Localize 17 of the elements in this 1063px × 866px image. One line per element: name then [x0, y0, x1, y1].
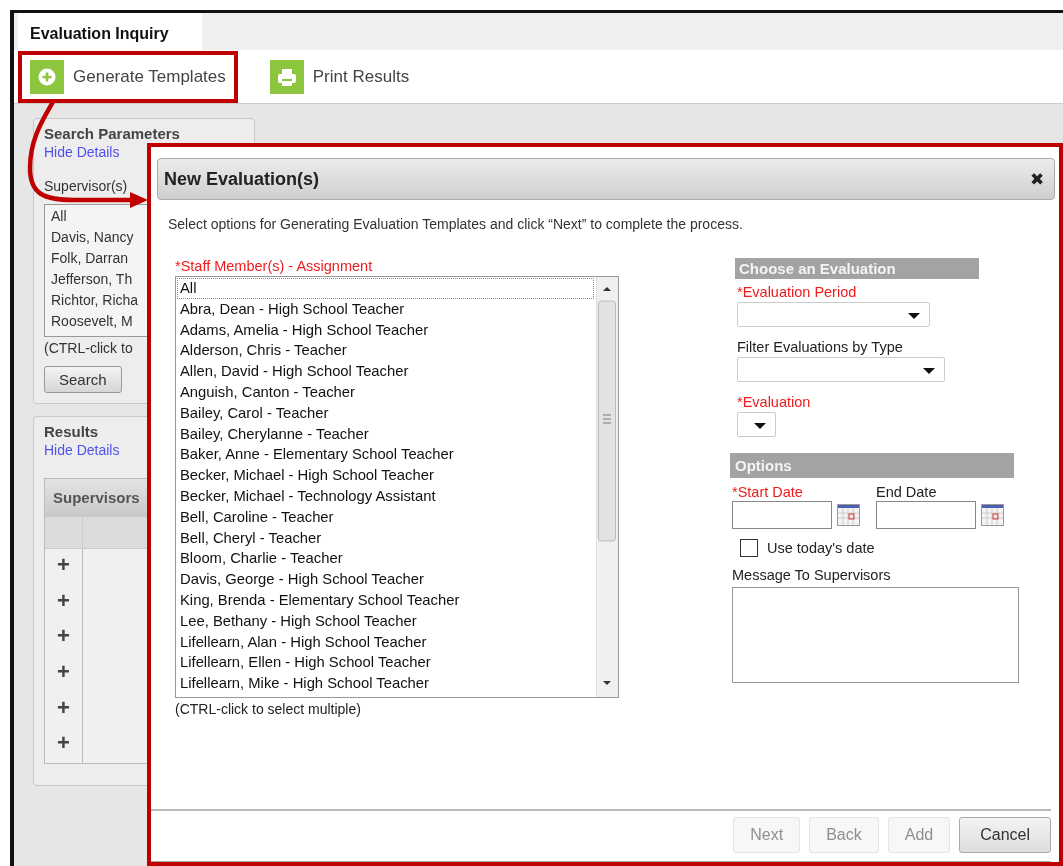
field-label: Supervisor(s) — [44, 178, 128, 194]
field-label: *Start Date — [732, 484, 803, 500]
field-label: Filter Evaluations by Type — [737, 339, 903, 355]
field-label: *Evaluation Period — [737, 284, 857, 300]
section-header: Choose an Evaluation — [735, 258, 979, 279]
field-label: *Evaluation — [737, 394, 811, 410]
panel-title: Results — [44, 423, 99, 440]
field-label: *Staff Member(s) - Assignment — [175, 258, 373, 274]
field-label: Message To Supervisors — [732, 567, 892, 583]
hint-text: (CTRL-click to — [44, 340, 133, 356]
section-header: Options — [730, 453, 1014, 478]
panel-title: Search Parameters — [44, 125, 180, 142]
checkbox-label: Use today's date — [767, 540, 875, 556]
dialog-title: New Evaluation(s) — [164, 168, 320, 190]
field-label: End Date — [876, 484, 937, 500]
instructions-text: Select options for Generating Evaluation Templates and click “Next” to complete the process. — [168, 216, 744, 232]
hint-text: (CTRL-click to select multiple) — [175, 701, 361, 717]
